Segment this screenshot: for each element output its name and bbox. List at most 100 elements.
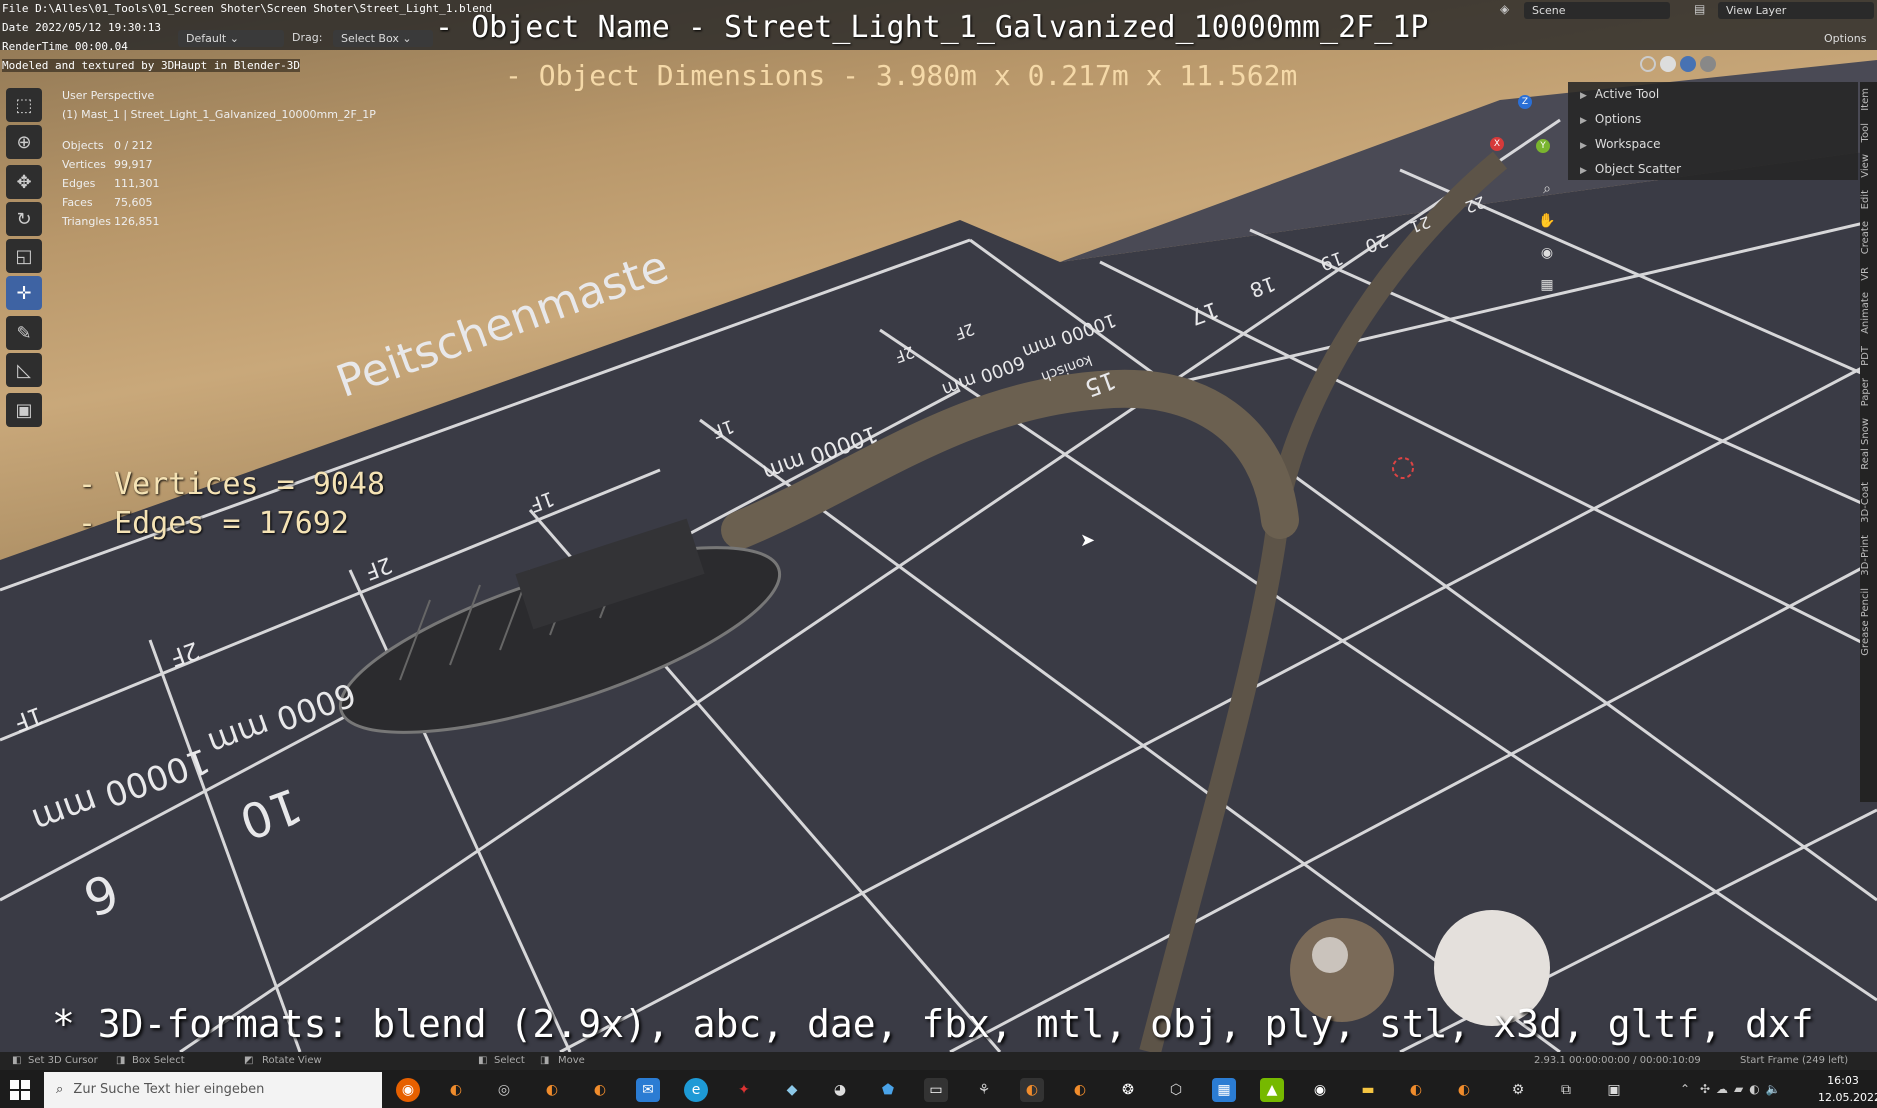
panel-options[interactable]: ▶ Options bbox=[1568, 107, 1858, 132]
blender-icon[interactable]: ◐ bbox=[588, 1078, 612, 1102]
mail-icon[interactable]: ✉ bbox=[636, 1078, 660, 1102]
scene-icon[interactable]: ◈ bbox=[1500, 2, 1520, 19]
steam-icon[interactable]: ◎ bbox=[492, 1078, 516, 1102]
camera-view-icon[interactable]: ◉ bbox=[1534, 240, 1560, 266]
move-tool-icon[interactable]: ✥ bbox=[6, 165, 42, 199]
mouse-left-icon: ◧ bbox=[12, 1055, 22, 1066]
ortho-grid-icon[interactable]: ▦ bbox=[1534, 272, 1560, 298]
panda-icon[interactable]: ❂ bbox=[1116, 1078, 1140, 1102]
tab-view[interactable]: View bbox=[1860, 148, 1871, 184]
notes-icon[interactable]: ◆ bbox=[780, 1078, 804, 1102]
game-icon[interactable]: ⚘ bbox=[972, 1078, 996, 1102]
navigation-gizmo[interactable]: Z X Y bbox=[1480, 95, 1560, 175]
status-bar: ◧ Set 3D Cursor ◨ Box Select ◩ Rotate Vi… bbox=[0, 1052, 1877, 1070]
orientation-dropdown[interactable]: Default ⌄ bbox=[178, 30, 284, 47]
scene-label: Scene bbox=[1532, 4, 1566, 17]
status-key-icon: ◧ bbox=[478, 1055, 488, 1066]
tab-real-snow[interactable]: Real Snow bbox=[1860, 412, 1871, 476]
panel-active-tool[interactable]: ▶ Active Tool bbox=[1568, 82, 1858, 107]
calendar-icon[interactable]: ▦ bbox=[1212, 1078, 1236, 1102]
clock-time[interactable]: 16:03 bbox=[1818, 1074, 1868, 1087]
panel-object-scatter[interactable]: ▶ Object Scatter bbox=[1568, 157, 1858, 182]
view-layer-icon[interactable]: ▤ bbox=[1694, 2, 1714, 16]
stat-label: Edges bbox=[62, 177, 96, 190]
tab-tool[interactable]: Tool bbox=[1860, 117, 1871, 148]
panel-workspace[interactable]: ▶ Workspace bbox=[1568, 132, 1858, 157]
taskbar-search-box[interactable]: ⌕ Zur Suche Text hier eingeben bbox=[44, 1072, 382, 1108]
y-axis-icon[interactable]: Y bbox=[1536, 139, 1550, 153]
stat-label: Faces bbox=[62, 196, 93, 209]
perspective-label: User Perspective bbox=[62, 89, 155, 102]
tab-grease-pencil[interactable]: Grease Pencil bbox=[1860, 582, 1871, 662]
status-hint: Box Select bbox=[132, 1055, 185, 1066]
tray-icons[interactable]: ✣☁▰◐🔈 bbox=[1700, 1082, 1787, 1096]
drag-select-dropdown[interactable]: Select Box ⌄ bbox=[333, 30, 433, 47]
scene-selector[interactable]: Scene bbox=[1524, 2, 1670, 19]
cursor-tool-icon[interactable]: ⊕ bbox=[6, 125, 42, 159]
cube-icon[interactable]: ⬡ bbox=[1164, 1078, 1188, 1102]
blender-icon[interactable]: ◐ bbox=[1404, 1078, 1428, 1102]
expand-triangle-icon: ▶ bbox=[1580, 116, 1587, 126]
expand-triangle-icon: ▶ bbox=[1580, 166, 1587, 176]
transform-tool-icon[interactable]: ✛ bbox=[6, 276, 42, 310]
solid-shading-icon[interactable] bbox=[1660, 56, 1676, 72]
render-time-text: RenderTime 00:00.04 bbox=[2, 40, 128, 53]
tab-animate[interactable]: Animate bbox=[1860, 286, 1871, 340]
tab-paper[interactable]: Paper bbox=[1860, 372, 1871, 412]
z-axis-icon[interactable]: Z bbox=[1518, 95, 1532, 109]
clock-date[interactable]: 12.05.2022 bbox=[1818, 1091, 1877, 1104]
zoom-icon[interactable]: ⌕ bbox=[1534, 176, 1560, 202]
drag-label: Drag: bbox=[292, 31, 323, 44]
rendered-shading-icon[interactable] bbox=[1700, 56, 1716, 72]
blender-icon[interactable]: ◐ bbox=[444, 1078, 468, 1102]
tab-create[interactable]: Create bbox=[1860, 215, 1871, 260]
tab-3d-print[interactable]: 3D-Print bbox=[1860, 529, 1871, 582]
view-layer-selector[interactable]: View Layer bbox=[1718, 2, 1874, 19]
measure-tool-icon[interactable]: ◺ bbox=[6, 353, 42, 387]
folder-icon[interactable]: ▬ bbox=[1356, 1078, 1380, 1102]
object-dimensions-overlay: - Object Dimensions - 3.980m x 0.217m x … bbox=[505, 59, 1298, 92]
tab-pdt[interactable]: PDT bbox=[1860, 340, 1871, 372]
tray-chevron-up-icon[interactable]: ⌃ bbox=[1680, 1082, 1690, 1096]
app-red-icon[interactable]: ✦ bbox=[732, 1078, 756, 1102]
tool-shelf: ⬚ ⊕ ✥ ↻ ◱ ✛ ✎ ◺ ▣ bbox=[6, 88, 42, 430]
tab-3d-coat[interactable]: 3D-Coat bbox=[1860, 476, 1871, 529]
paint-icon[interactable]: ◕ bbox=[828, 1078, 852, 1102]
x-axis-icon[interactable]: X bbox=[1490, 137, 1504, 151]
shield-app-icon[interactable]: ⬟ bbox=[876, 1078, 900, 1102]
blender-icon[interactable]: ◐ bbox=[1452, 1078, 1476, 1102]
network-app-icon[interactable]: ⧉ bbox=[1554, 1078, 1578, 1102]
windows-start-icon[interactable] bbox=[10, 1080, 30, 1100]
blender-active-icon[interactable]: ◐ bbox=[1020, 1078, 1044, 1102]
tab-item[interactable]: Item bbox=[1860, 82, 1871, 117]
blender-icon[interactable]: ◐ bbox=[1068, 1078, 1092, 1102]
tab-edit[interactable]: Edit bbox=[1860, 184, 1871, 215]
material-shading-icon[interactable] bbox=[1680, 56, 1696, 72]
blender-icon[interactable]: ◐ bbox=[540, 1078, 564, 1102]
status-key-icon: ◨ bbox=[540, 1055, 550, 1066]
status-hint: Rotate View bbox=[262, 1055, 322, 1066]
add-cube-tool-icon[interactable]: ▣ bbox=[6, 393, 42, 427]
tab-vr[interactable]: VR bbox=[1860, 261, 1871, 287]
terminal-icon[interactable]: ▭ bbox=[924, 1078, 948, 1102]
annotate-tool-icon[interactable]: ✎ bbox=[6, 316, 42, 350]
scale-tool-icon[interactable]: ◱ bbox=[6, 239, 42, 273]
rotate-tool-icon[interactable]: ↻ bbox=[6, 202, 42, 236]
obs-icon[interactable]: ◉ bbox=[1308, 1078, 1332, 1102]
panel-item-label: Workspace bbox=[1594, 137, 1661, 151]
settings-gear-icon[interactable]: ⚙ bbox=[1506, 1078, 1530, 1102]
stat-value: 99,917 bbox=[114, 158, 153, 171]
select-box-tool-icon[interactable]: ⬚ bbox=[6, 88, 42, 122]
mouse-right-icon: ◩ bbox=[244, 1055, 254, 1066]
view-layer-label: View Layer bbox=[1726, 4, 1787, 17]
status-hint: Move bbox=[558, 1055, 585, 1066]
expand-triangle-icon: ▶ bbox=[1580, 91, 1587, 101]
options-dropdown[interactable]: Options bbox=[1816, 30, 1874, 47]
wireframe-shading-icon[interactable] bbox=[1640, 56, 1656, 72]
firefox-icon[interactable]: ◉ bbox=[396, 1078, 420, 1102]
nvidia-icon[interactable]: ▲ bbox=[1260, 1078, 1284, 1102]
edge-icon[interactable]: e bbox=[684, 1078, 708, 1102]
pan-hand-icon[interactable]: ✋ bbox=[1534, 208, 1560, 234]
sidebar-tabs: Item Tool View Edit Create VR Animate PD… bbox=[1860, 82, 1877, 802]
window-app-icon[interactable]: ▣ bbox=[1602, 1078, 1626, 1102]
